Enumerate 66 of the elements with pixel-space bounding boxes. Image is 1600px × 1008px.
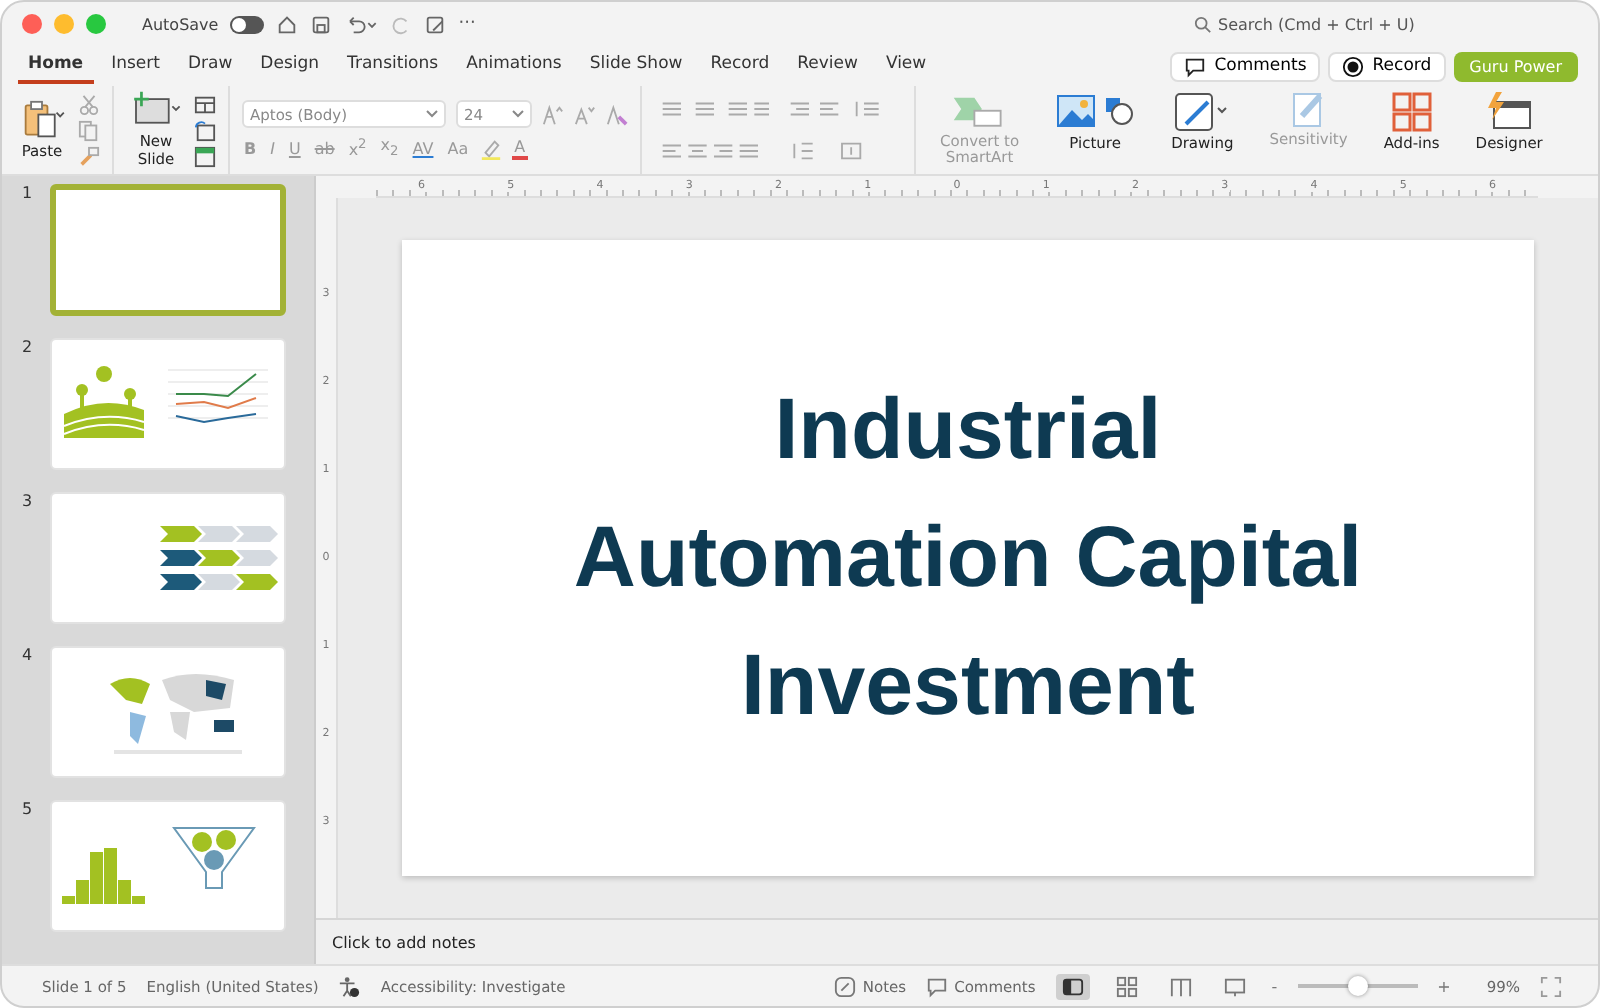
chevron-diagram-drawing: [160, 526, 278, 590]
ribbon-tab[interactable]: View: [875, 48, 937, 84]
ribbon-tab[interactable]: Draw: [177, 48, 243, 84]
fit-window-icon[interactable]: [1540, 975, 1562, 997]
ribbon-tab[interactable]: Review: [787, 48, 868, 84]
reading-view-icon: [1169, 975, 1192, 997]
shrink-font-icon[interactable]: [574, 103, 596, 126]
ribbon-tab[interactable]: Insert: [101, 48, 170, 84]
home-icon[interactable]: [276, 13, 299, 35]
caret-icon: [426, 110, 438, 119]
autosave-toggle[interactable]: [230, 15, 265, 33]
speech-bubble-icon: [926, 975, 949, 997]
sensitivity-icon: [1292, 92, 1325, 128]
layout-icon[interactable]: [194, 93, 216, 115]
slide-number: 5: [22, 800, 35, 822]
ribbon-tab[interactable]: Slide Show: [579, 48, 693, 84]
zoom-out-button[interactable]: -: [1271, 977, 1278, 995]
comments-button[interactable]: Comments: [1170, 51, 1321, 81]
grow-font-icon[interactable]: [542, 103, 564, 126]
highlight-icon[interactable]: [480, 137, 503, 159]
redo-icon[interactable]: [390, 13, 413, 35]
slide-thumbnail[interactable]: [50, 184, 286, 316]
accessibility-icon[interactable]: [338, 975, 361, 997]
more-button[interactable]: ···: [458, 14, 476, 34]
undo-icon[interactable]: [344, 13, 379, 35]
maximize-button[interactable]: [86, 14, 106, 34]
cut-icon[interactable]: [78, 93, 100, 115]
normal-view-icon: [1061, 975, 1084, 997]
ribbon-tab[interactable]: Animations: [456, 48, 572, 84]
close-button[interactable]: [22, 14, 42, 34]
reset-icon[interactable]: [194, 119, 216, 141]
section-icon[interactable]: [194, 145, 216, 167]
slide-canvas[interactable]: Industrial Automation Capital Investment: [402, 240, 1534, 876]
autosave-label: AutoSave: [142, 15, 219, 33]
record-icon: [1342, 55, 1365, 77]
clear-format-icon[interactable]: [606, 103, 628, 126]
format-painter-icon[interactable]: [78, 145, 100, 167]
ribbon-tab[interactable]: Design: [250, 48, 330, 84]
note-icon: [834, 975, 857, 997]
ribbon-tab[interactable]: Transitions: [337, 48, 449, 84]
caret-icon: [512, 110, 524, 119]
save-icon[interactable]: [310, 13, 333, 35]
record-button[interactable]: Record: [1328, 51, 1446, 81]
slide-number: 2: [22, 338, 35, 360]
speech-bubble-icon: [1184, 55, 1207, 77]
pen-save-icon[interactable]: [424, 13, 447, 35]
presenter-view-icon: [1223, 975, 1246, 997]
grid-icon: [1391, 92, 1432, 132]
ribbon-tab[interactable]: Home: [18, 48, 94, 84]
minimize-button[interactable]: [54, 14, 74, 34]
slide-number: 3: [22, 492, 35, 514]
search-field[interactable]: Search (Cmd + Ctrl + U): [1194, 15, 1458, 33]
copy-icon[interactable]: [78, 119, 100, 141]
zoom-thumb[interactable]: [1347, 976, 1368, 996]
world-map-drawing: [110, 670, 246, 754]
pen-canvas-icon: [1172, 92, 1233, 132]
notes-field[interactable]: Click to add notes: [332, 933, 732, 951]
slide-number: 4: [22, 646, 35, 668]
image-shapes-icon: [1055, 92, 1136, 132]
ribbon-tab[interactable]: Record: [700, 48, 780, 84]
slide-number: 1: [22, 184, 35, 206]
grid-view-icon: [1115, 975, 1138, 997]
lightning-window-icon: [1485, 92, 1534, 132]
zoom-in-button[interactable]: +: [1437, 977, 1451, 995]
normal-view-button[interactable]: [1055, 973, 1090, 999]
search-icon: [1194, 15, 1212, 33]
